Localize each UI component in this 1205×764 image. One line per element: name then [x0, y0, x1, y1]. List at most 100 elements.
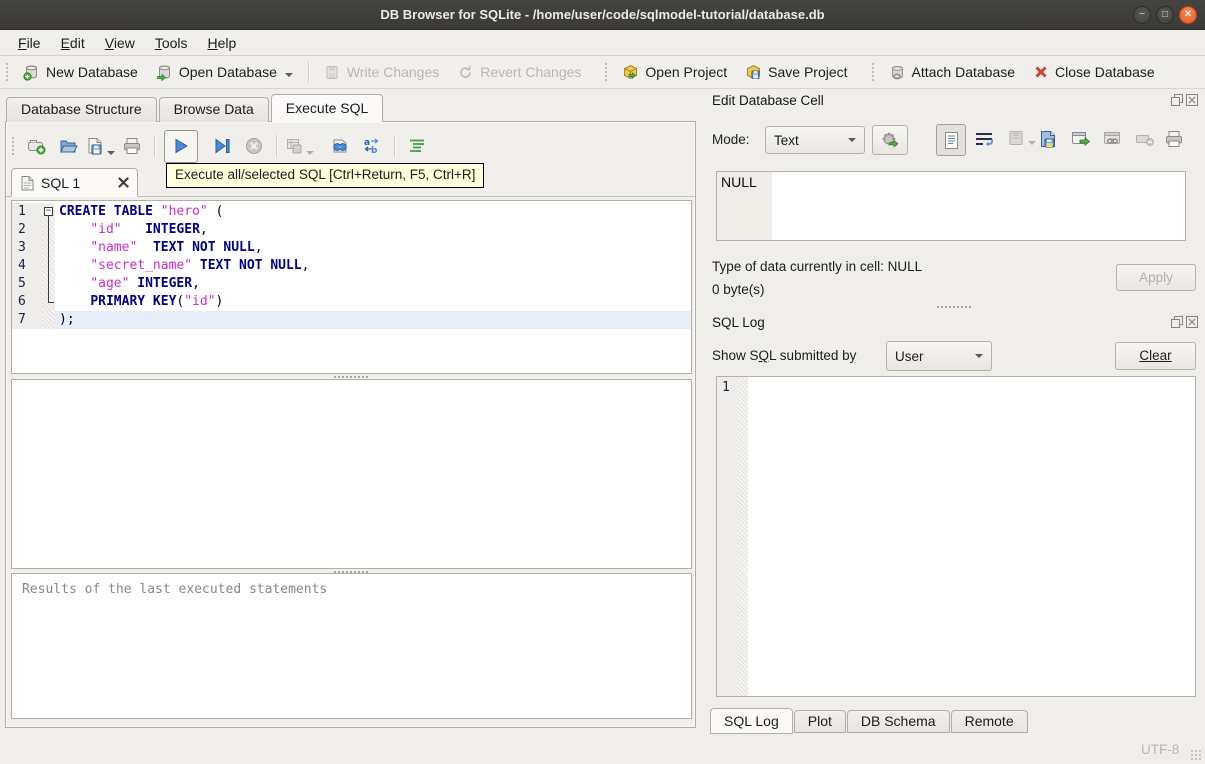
format-sql-button[interactable] — [404, 133, 430, 159]
clear-button[interactable]: Clear — [1115, 342, 1196, 370]
float-panel-icon[interactable] — [1171, 316, 1183, 328]
line-number: 5 — [12, 275, 42, 293]
apply-button[interactable]: Apply — [1116, 264, 1196, 291]
save-results-dropdown-icon[interactable] — [306, 151, 314, 155]
new-tab-icon — [26, 136, 46, 156]
close-icon[interactable]: ✕ — [1179, 6, 1197, 24]
save-results-button[interactable] — [284, 133, 314, 159]
word-wrap-icon[interactable] — [974, 131, 994, 149]
code-line[interactable]: 2 "id" INTEGER, — [12, 221, 691, 239]
open-sql-file-button[interactable] — [55, 133, 81, 159]
apply-import-button[interactable] — [872, 125, 908, 155]
save-sql-file-button[interactable] — [87, 133, 115, 159]
attach-database-button[interactable]: Attach Database — [880, 60, 1025, 85]
text-mode-button[interactable] — [936, 124, 966, 156]
line-number: 1 — [12, 203, 42, 221]
fold-collapse-icon[interactable]: − — [44, 207, 53, 216]
sql-editor-tab[interactable]: SQL 1 — [11, 168, 138, 197]
save-project-button[interactable]: Save Project — [736, 60, 856, 85]
open-project-button[interactable]: Open Project — [613, 60, 736, 85]
find-button[interactable] — [327, 133, 353, 159]
log-filter-label: Show SQL submitted by — [712, 348, 857, 363]
dock-tab-plot[interactable]: Plot — [793, 710, 846, 733]
code-text: "age" INTEGER, — [90, 276, 200, 291]
cell-size-info: 0 byte(s) — [712, 282, 765, 297]
sql-toolbar-grip[interactable] — [11, 136, 15, 156]
sql-log-area[interactable]: 1 — [716, 376, 1196, 697]
sql-tab-label: SQL 1 — [41, 174, 81, 191]
toolbar-grip[interactable] — [5, 62, 9, 82]
set-null-icon[interactable] — [1136, 134, 1155, 146]
code-line[interactable]: 6 PRIMARY KEY("id") — [12, 293, 691, 311]
link-data-icon[interactable] — [1102, 129, 1123, 149]
code-line[interactable]: 3 "name" TEXT NOT NULL, — [12, 239, 691, 257]
replace-button[interactable]: ab — [359, 133, 385, 159]
import-file-button[interactable] — [1006, 129, 1036, 149]
save-as-icon[interactable] — [1038, 129, 1058, 149]
panel-splitter[interactable] — [712, 304, 1196, 309]
new-tab-button[interactable] — [23, 133, 49, 159]
sql-editor[interactable]: 1− CREATE TABLE "hero" (2 "id" INTEGER, 3 … — [11, 200, 692, 374]
fold-margin — [42, 257, 55, 275]
code-text: "id" INTEGER, — [90, 222, 208, 237]
code-text: "secret_name" TEXT NOT NULL, — [90, 258, 310, 273]
write-changes-icon — [324, 64, 341, 81]
execute-all-button[interactable] — [164, 129, 198, 163]
revert-changes-button[interactable]: Revert Changes — [448, 60, 590, 85]
close-panel-icon[interactable] — [1186, 316, 1198, 328]
open-database-button[interactable]: Open Database — [147, 60, 302, 85]
menu-tools[interactable]: Tools — [145, 32, 198, 54]
sql-log-title: SQL Log — [712, 315, 765, 330]
tab-execute-sql[interactable]: Execute SQL — [270, 94, 384, 122]
encoding-indicator[interactable]: UTF-8 — [1141, 742, 1179, 757]
open-database-icon — [156, 64, 173, 81]
dock-tab-sql-log[interactable]: SQL Log — [710, 708, 793, 734]
export-icon[interactable] — [1070, 129, 1091, 149]
results-grid[interactable] — [11, 379, 692, 569]
save-results-icon — [284, 136, 304, 156]
dock-tab-remote[interactable]: Remote — [950, 710, 1028, 733]
menu-edit[interactable]: Edit — [51, 32, 95, 54]
save-sql-dropdown-icon[interactable] — [107, 151, 115, 155]
toolbar-grip[interactable] — [604, 62, 609, 82]
cell-editor[interactable]: NULL — [716, 171, 1186, 241]
resize-grip[interactable] — [1190, 749, 1202, 761]
stop-button[interactable] — [241, 133, 267, 159]
new-database-button[interactable]: New Database — [14, 60, 147, 85]
find-icon — [330, 136, 350, 156]
tab-browse-data[interactable]: Browse Data — [158, 97, 269, 122]
results-message-area[interactable]: Results of the last executed statements — [11, 573, 692, 719]
close-panel-icon[interactable] — [1186, 94, 1198, 106]
tab-database-structure[interactable]: Database Structure — [6, 97, 157, 122]
code-line[interactable]: 7); — [12, 311, 691, 329]
menu-help[interactable]: Help — [198, 32, 247, 54]
code-line[interactable]: 1− CREATE TABLE "hero" ( — [12, 203, 691, 221]
maximize-icon[interactable]: □ — [1156, 6, 1174, 24]
code-line[interactable]: 5 "age" INTEGER, — [12, 275, 691, 293]
execute-line-button[interactable] — [209, 133, 235, 159]
log-filter-select[interactable]: User — [886, 341, 992, 371]
menu-view[interactable]: View — [95, 32, 145, 54]
code-text: CREATE TABLE "hero" ( — [59, 204, 224, 219]
print-cell-icon[interactable] — [1164, 129, 1184, 149]
new-database-icon — [23, 64, 40, 81]
close-tab-icon[interactable] — [118, 177, 129, 188]
menu-file[interactable]: File — [8, 32, 51, 54]
write-changes-button[interactable]: Write Changes — [315, 60, 448, 85]
close-database-button[interactable]: Close Database — [1024, 60, 1164, 84]
code-line[interactable]: 4 "secret_name" TEXT NOT NULL, — [12, 257, 691, 275]
float-panel-icon[interactable] — [1171, 94, 1183, 106]
toolbar-grip[interactable] — [870, 62, 875, 82]
open-database-dropdown-icon[interactable] — [284, 72, 293, 77]
mode-select[interactable]: Text — [765, 126, 865, 154]
execute-line-icon — [212, 136, 232, 156]
minimize-icon[interactable]: − — [1133, 6, 1151, 24]
menubar: File Edit View Tools Help — [0, 30, 1205, 56]
sql-toolbar-separator — [394, 135, 395, 157]
open-project-label: Open Project — [645, 64, 728, 80]
new-database-label: New Database — [46, 64, 138, 80]
print-button[interactable] — [119, 133, 145, 159]
sql-file-icon — [20, 175, 35, 191]
fold-margin[interactable]: − — [42, 203, 55, 221]
dock-tab-db-schema[interactable]: DB Schema — [846, 710, 950, 733]
